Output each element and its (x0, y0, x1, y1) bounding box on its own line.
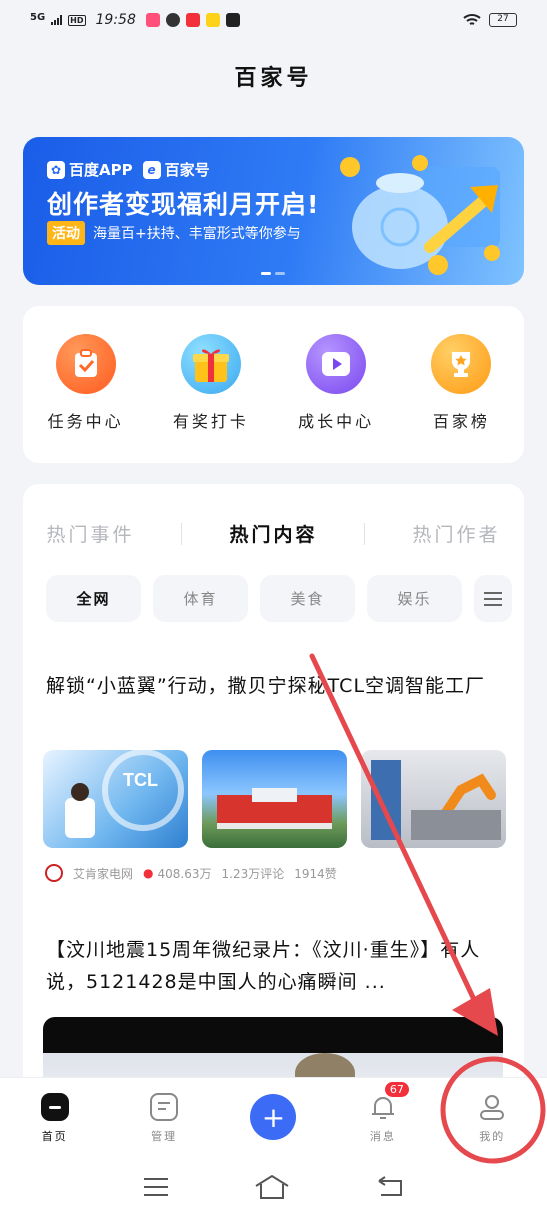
nav-profile[interactable]: 我的 (452, 1092, 532, 1144)
signal-icon (51, 15, 63, 25)
banner-subtitle: 海量百+扶持、丰富形式等你参与 (93, 226, 301, 242)
task-center-entry[interactable]: 任务中心 (31, 334, 141, 432)
fire-icon: ● (143, 866, 154, 880)
chip-sports[interactable]: 体育 (153, 575, 248, 622)
clipboard-check-icon (55, 334, 116, 394)
nav-messages[interactable]: 67 消息 (343, 1082, 423, 1144)
activity-tag: 活动 (47, 221, 85, 245)
nav-messages-label: 消息 (369, 1130, 396, 1143)
battery-icon: 27 (489, 13, 517, 27)
tab-divider (181, 522, 183, 545)
qq-icon (165, 13, 180, 27)
back-icon[interactable] (375, 1175, 405, 1199)
nav-home[interactable]: 首页 (15, 1092, 95, 1144)
nav-manage-label: 管理 (151, 1130, 178, 1143)
article-image[interactable]: TCL (43, 750, 188, 848)
youku-icon (225, 13, 240, 27)
network-type: 5G (30, 11, 46, 23)
app-notification-icon (185, 13, 200, 27)
nav-publish[interactable]: + (233, 1092, 313, 1140)
baidu-paw-icon: ✿ (47, 160, 65, 179)
category-chips: 全网 体育 美食 娱乐 (46, 575, 512, 622)
article-image[interactable] (361, 750, 506, 848)
plus-icon: + (250, 1094, 297, 1140)
source-avatar (45, 864, 63, 882)
tab-hot-events[interactable]: 热门事件 (46, 520, 134, 547)
status-left: 5G HD 19:58 (30, 12, 240, 28)
checkin-entry[interactable]: 有奖打卡 (156, 334, 266, 432)
category-menu-button[interactable] (474, 575, 512, 622)
gift-icon (180, 334, 241, 394)
article-source[interactable]: 艾肯家电网 (73, 865, 133, 882)
system-navigation (0, 1157, 547, 1216)
nav-home-label: 首页 (41, 1130, 68, 1143)
trophy-icon (431, 334, 492, 394)
baidu-app-brand: ✿ 百度APP (47, 159, 133, 180)
banner-headline: 创作者变现福利月开启! (47, 190, 320, 219)
ranking-label: 百家榜 (432, 412, 490, 431)
chip-food[interactable]: 美食 (260, 575, 355, 622)
nav-manage[interactable]: 管理 (124, 1092, 204, 1144)
message-badge: 67 (384, 1082, 409, 1097)
article-meta: 艾肯家电网 ● 408.63万 1.23万评论 1914赞 (45, 864, 337, 882)
article-image[interactable] (202, 750, 347, 848)
wifi-icon (463, 14, 481, 25)
content-tabs: 热门事件 热门内容 热门作者 (23, 520, 524, 547)
article-title[interactable]: 【汶川地震15周年微纪录片：《汶川·重生》】有人说，5121428是中国人的心痛… (46, 934, 506, 998)
article-title[interactable]: 解锁“小蓝翼”行动，撒贝宁探秘TCL空调智能工厂 (46, 670, 506, 702)
page-title: 百家号 (234, 66, 313, 91)
profile-icon (480, 1095, 505, 1120)
status-bar: 5G HD 19:58 27 (0, 0, 547, 40)
app-notification-icon (205, 13, 220, 27)
ranking-entry[interactable]: 百家榜 (406, 334, 516, 432)
nav-profile-label: 我的 (479, 1130, 506, 1143)
tab-hot-content[interactable]: 热门内容 (229, 520, 317, 547)
play-icon (306, 334, 367, 394)
article-views: 408.63万 (157, 866, 212, 881)
status-right: 27 (463, 13, 517, 27)
app-notification-icon (145, 13, 160, 27)
chip-all[interactable]: 全网 (46, 575, 141, 622)
home-icon (40, 1093, 69, 1121)
banner-brands: ✿ 百度APP e 百家号 (47, 159, 210, 180)
chip-entertainment[interactable]: 娱乐 (367, 575, 462, 622)
clock: 19:58 (95, 12, 136, 28)
banner-pagination (261, 272, 285, 275)
hd-icon: HD (68, 14, 86, 26)
banner-subtitle-row: 活动 海量百+扶持、丰富形式等你参与 (47, 221, 301, 245)
quick-entries: 任务中心 有奖打卡 成长中心 百家榜 (23, 306, 524, 463)
menu-icon[interactable] (142, 1176, 170, 1198)
menu-icon (484, 591, 502, 606)
article-comments: 1.23万评论 (221, 866, 285, 881)
article-thumbnails: TCL (43, 750, 506, 848)
baijiahao-logo-icon: e (142, 160, 161, 179)
hot-content-card: 热门事件 热门内容 热门作者 全网 体育 美食 娱乐 解锁“小蓝翼”行动，撒贝宁… (23, 484, 524, 1104)
manage-icon (150, 1093, 179, 1121)
task-center-label: 任务中心 (47, 412, 124, 431)
bottom-navigation: 首页 管理 + 67 消息 我的 (0, 1077, 547, 1157)
tab-divider (364, 522, 366, 545)
baijiahao-brand: e 百家号 (142, 159, 210, 180)
money-bag-illustration (340, 155, 500, 275)
growth-center-label: 成长中心 (298, 412, 375, 431)
promo-banner[interactable]: ✿ 百度APP e 百家号 创作者变现福利月开启! 活动 海量百+扶持、丰富形式等你… (23, 137, 524, 285)
svg-text:TCL: TCL (123, 770, 158, 790)
growth-center-entry[interactable]: 成长中心 (281, 334, 391, 432)
article-likes: 1914赞 (294, 866, 337, 881)
checkin-label: 有奖打卡 (172, 412, 249, 431)
home-button-icon[interactable] (254, 1174, 290, 1200)
tab-hot-authors[interactable]: 热门作者 (412, 520, 500, 547)
